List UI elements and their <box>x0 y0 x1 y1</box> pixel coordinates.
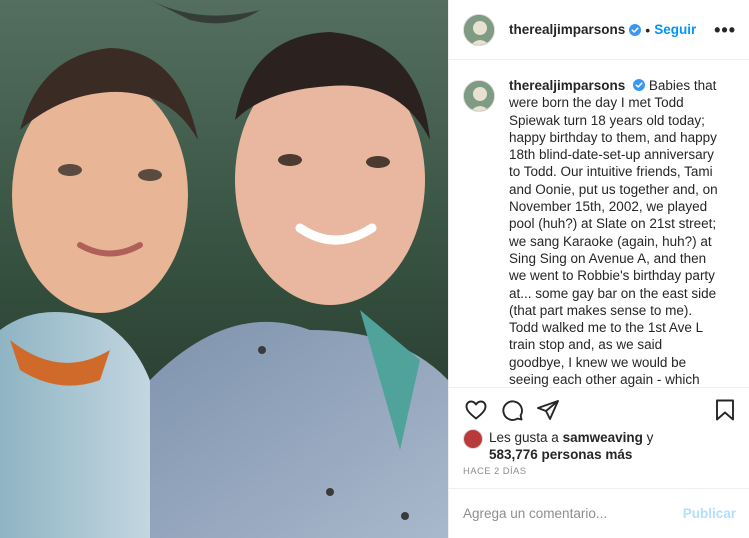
bookmark-icon <box>716 399 734 420</box>
share-button[interactable] <box>535 397 561 423</box>
likes-conjunction: y <box>646 430 654 445</box>
action-bar <box>449 387 749 431</box>
avatar-image <box>464 14 494 45</box>
save-button[interactable] <box>712 397 738 423</box>
post-header: therealjimparsons • Seguir ••• <box>449 0 749 60</box>
likes-summary: Les gusta a samweaving y 583,776 persona… <box>463 429 738 463</box>
post-side-panel: therealjimparsons • Seguir ••• therealji… <box>448 0 749 538</box>
comment-input[interactable] <box>463 506 673 521</box>
caption-username[interactable]: therealjimparsons <box>509 78 625 93</box>
verified-badge-icon <box>629 23 642 36</box>
likes-text: Les gusta a samweaving y 583,776 persona… <box>489 429 653 463</box>
caption-author-avatar[interactable] <box>463 80 495 112</box>
caption-text-block: therealjimparsons Babies that were born … <box>509 77 721 387</box>
comment-box: Publicar <box>449 488 749 538</box>
header-separator: • <box>645 21 651 38</box>
likes-prefix: Les gusta a <box>489 430 559 445</box>
post-photo[interactable] <box>0 0 448 538</box>
author-avatar[interactable] <box>463 13 495 46</box>
likes-count[interactable]: 583,776 personas más <box>489 447 632 462</box>
more-options-icon[interactable]: ••• <box>714 21 736 39</box>
publish-button[interactable]: Publicar <box>683 506 736 521</box>
liker-username[interactable]: samweaving <box>563 430 643 445</box>
caption-section: therealjimparsons Babies that were born … <box>449 61 749 387</box>
author-username[interactable]: therealjimparsons <box>509 22 625 37</box>
photo-illustration <box>0 0 448 538</box>
heart-icon <box>465 400 487 419</box>
paper-plane-icon <box>537 399 559 420</box>
verified-badge-icon <box>633 79 646 91</box>
post-timestamp[interactable]: HACE 2 DÍAS <box>463 466 527 477</box>
instagram-post-modal: therealjimparsons • Seguir ••• therealji… <box>0 0 749 538</box>
liker-avatar[interactable] <box>463 429 483 449</box>
caption-body: Babies that were born the day I met Todd… <box>509 78 718 387</box>
comment-bubble-icon <box>502 399 523 421</box>
avatar-image <box>464 81 494 111</box>
follow-button[interactable]: Seguir <box>654 22 696 37</box>
comment-button[interactable] <box>499 397 525 423</box>
like-button[interactable] <box>463 397 489 423</box>
